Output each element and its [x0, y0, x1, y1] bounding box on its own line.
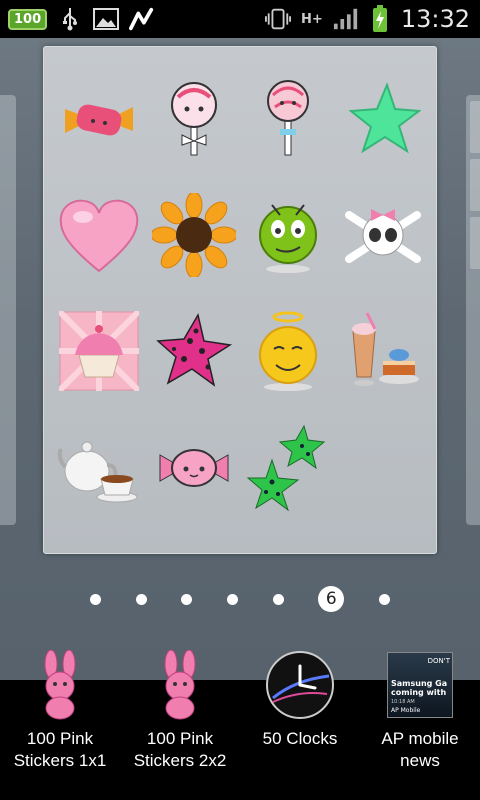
next-panel-peek[interactable]	[466, 95, 480, 525]
page-dot[interactable]	[90, 593, 101, 605]
widget-label-line1: 100 Pink	[146, 729, 214, 748]
gallery-icon	[93, 6, 120, 32]
widget-tray-items: 100 Pink Stickers 1x1 100 Pink Stickers …	[0, 648, 480, 800]
sticker-grid	[52, 61, 430, 525]
green-star-sticker[interactable]	[336, 61, 431, 177]
network-type: H+	[300, 11, 323, 27]
page-dot[interactable]	[226, 593, 238, 605]
pink-heart-sticker[interactable]	[52, 177, 147, 293]
page-dot[interactable]	[181, 593, 193, 605]
widget-label: 100 Pink Stickers 2x2	[121, 728, 239, 772]
skull-bow-sticker[interactable]	[336, 177, 431, 293]
sunflower-sticker[interactable]	[147, 177, 242, 293]
widget-label-line2: Stickers 2x2	[133, 751, 227, 770]
peek-cell	[470, 101, 480, 153]
widget-label-line2: news	[400, 751, 440, 770]
widget-label-line1: 100 Pink	[26, 729, 94, 748]
signal-icon	[333, 6, 359, 32]
data-arrows-icon: H+	[299, 6, 325, 32]
lollipop-sticker[interactable]	[241, 61, 336, 177]
page-dot[interactable]	[272, 593, 284, 605]
page-dot[interactable]	[135, 593, 147, 605]
widget-pink-stickers-1x1[interactable]: 100 Pink Stickers 1x1	[0, 648, 120, 800]
page-dot[interactable]	[378, 593, 390, 605]
candy-wrapped-sticker[interactable]	[52, 61, 147, 177]
ap-thumb-time: 10:18 AM	[391, 699, 415, 705]
ap-news-icon: DON'T Samsung Ga coming with 10:18 AM AP…	[385, 648, 455, 722]
milkshake-cake-sticker[interactable]	[336, 293, 431, 409]
ap-thumb-badge: AP Mobile	[391, 707, 421, 714]
pink-bunny-icon	[25, 648, 95, 722]
angel-smiley-sticker[interactable]	[241, 293, 336, 409]
status-clock: 13:32	[400, 5, 470, 33]
cupcake-sticker[interactable]	[52, 293, 147, 409]
widget-label: 100 Pink Stickers 1x1	[1, 728, 119, 772]
battery-charging-icon	[367, 5, 393, 32]
ap-thumb-headline: Samsung Ga coming with	[391, 679, 448, 697]
widget-label-line1: AP mobile	[381, 729, 459, 748]
battery-level-badge: 100	[8, 8, 48, 30]
ap-thumb-side: DON'T	[427, 657, 450, 665]
peek-cell	[470, 159, 480, 211]
teapot-cup-sticker[interactable]	[52, 409, 147, 525]
vibrate-icon	[264, 6, 291, 32]
lollipop-bow-sticker[interactable]	[147, 61, 242, 177]
usb-icon	[57, 6, 83, 32]
prev-panel-peek[interactable]	[0, 95, 16, 525]
pink-leopard-star-sticker[interactable]	[147, 293, 242, 409]
pink-candy-sticker[interactable]	[147, 409, 242, 525]
widget-label: AP mobile news	[361, 728, 479, 772]
widget-preview-panel[interactable]	[43, 46, 437, 554]
pink-bunny-icon	[145, 648, 215, 722]
current-page-dot[interactable]: 6	[318, 586, 345, 612]
page-indicator[interactable]: 6	[90, 584, 390, 614]
widget-label: 50 Clocks	[241, 728, 359, 750]
app-icon	[129, 6, 155, 32]
widget-50-clocks[interactable]: 50 Clocks	[240, 648, 360, 800]
widget-pink-stickers-2x2[interactable]: 100 Pink Stickers 2x2	[120, 648, 240, 800]
green-leopard-stars-sticker[interactable]	[241, 409, 336, 525]
status-bar: 100 H+ 13:32	[0, 0, 480, 38]
widget-ap-mobile-news[interactable]: DON'T Samsung Ga coming with 10:18 AM AP…	[360, 648, 480, 800]
green-smiley-sticker[interactable]	[241, 177, 336, 293]
clock-icon	[265, 648, 335, 722]
peek-cell	[470, 217, 480, 269]
widget-label-line1: 50 Clocks	[262, 729, 338, 748]
widget-label-line2: Stickers 1x1	[13, 751, 107, 770]
